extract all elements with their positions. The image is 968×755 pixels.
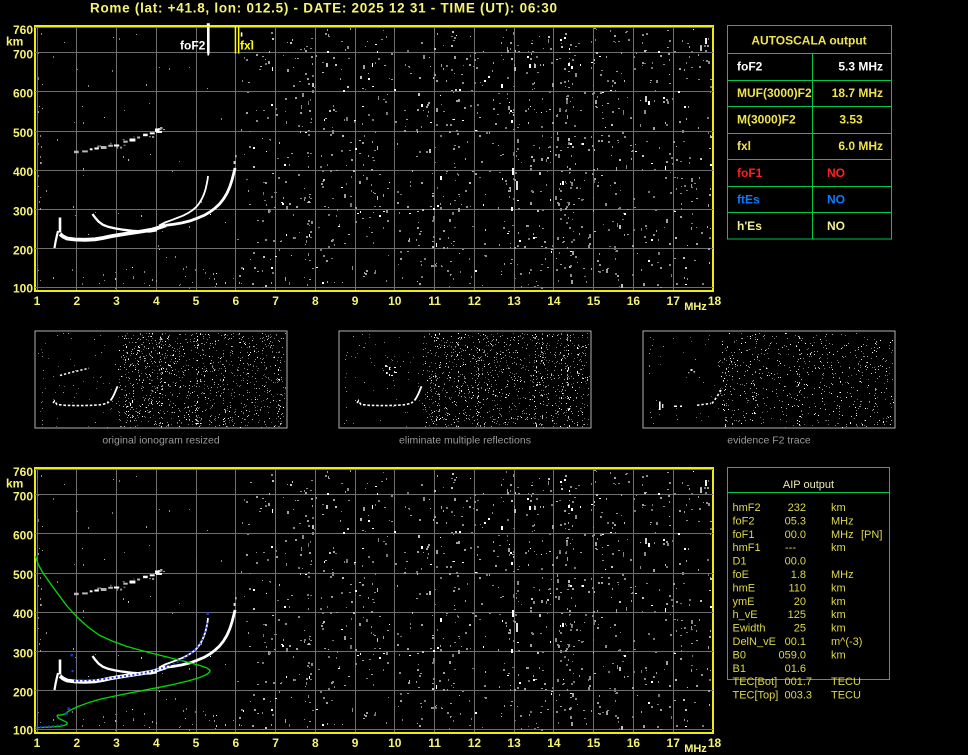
svg-text:ymE: ymE: [733, 596, 755, 608]
svg-text:km: km: [831, 649, 846, 661]
svg-text:m^(-3): m^(-3): [831, 636, 862, 648]
svg-text:TECU: TECU: [831, 690, 861, 702]
svg-text:foF2: foF2: [180, 39, 206, 53]
svg-text:ftEs: ftEs: [737, 192, 760, 206]
svg-text:01.6: 01.6: [785, 663, 806, 675]
svg-text:[PN]: [PN]: [861, 529, 882, 541]
svg-text:fxl: fxl: [240, 39, 254, 53]
svg-text:km: km: [831, 582, 846, 594]
svg-text:232: 232: [788, 502, 806, 514]
svg-text:foE: foE: [733, 569, 750, 581]
svg-text:TECU: TECU: [831, 676, 861, 688]
svg-text:110: 110: [788, 582, 806, 594]
svg-text:original ionogram resized: original ionogram resized: [102, 435, 219, 447]
svg-text:h_vE: h_vE: [733, 609, 758, 621]
svg-text:6.0 MHz: 6.0 MHz: [838, 139, 883, 153]
svg-text:foF1: foF1: [737, 166, 763, 180]
svg-text:MUF(3000)F2: MUF(3000)F2: [737, 86, 812, 100]
svg-text:DelN_vE: DelN_vE: [733, 636, 776, 648]
svg-text:3.53: 3.53: [839, 113, 863, 127]
svg-text:hmF1: hmF1: [733, 542, 761, 554]
svg-text:evidence F2 trace: evidence F2 trace: [727, 435, 811, 447]
svg-text:18.7 MHz: 18.7 MHz: [832, 86, 883, 100]
svg-text:hmE: hmE: [733, 582, 756, 594]
svg-text:125: 125: [788, 609, 806, 621]
svg-text:km: km: [831, 502, 846, 514]
svg-text:NO: NO: [827, 219, 845, 233]
svg-text:1.8: 1.8: [791, 569, 806, 581]
svg-text:h'Es: h'Es: [737, 219, 762, 233]
svg-text:foF1: foF1: [733, 529, 755, 541]
svg-text:B0: B0: [733, 649, 746, 661]
svg-text:km: km: [831, 623, 846, 635]
svg-text:AIP output: AIP output: [783, 479, 834, 491]
svg-text:B1: B1: [733, 663, 746, 675]
svg-text:MHz: MHz: [831, 515, 854, 527]
svg-text:M(3000)F2: M(3000)F2: [737, 113, 796, 127]
svg-text:eliminate multiple reflections: eliminate multiple reflections: [399, 435, 531, 447]
svg-text:Ewidth: Ewidth: [733, 623, 766, 635]
svg-text:MHz: MHz: [831, 569, 854, 581]
svg-text:001.7: 001.7: [784, 676, 812, 688]
svg-text:D1: D1: [733, 556, 747, 568]
svg-text:003.3: 003.3: [784, 690, 812, 702]
svg-text:AUTOSCALA output: AUTOSCALA output: [751, 34, 866, 48]
svg-text:NO: NO: [827, 166, 845, 180]
svg-text:NO: NO: [827, 192, 845, 206]
svg-text:hmF2: hmF2: [733, 502, 761, 514]
svg-text:---: ---: [785, 542, 796, 554]
svg-text:fxl: fxl: [737, 139, 751, 153]
svg-text:TEC[Bot]: TEC[Bot]: [733, 676, 778, 688]
svg-text:TEC[Top]: TEC[Top]: [733, 690, 779, 702]
svg-text:20: 20: [794, 596, 806, 608]
svg-text:00.1: 00.1: [785, 636, 806, 648]
svg-text:MHz: MHz: [831, 529, 854, 541]
svg-text:05.3: 05.3: [785, 515, 806, 527]
svg-text:km: km: [831, 542, 846, 554]
svg-text:km: km: [831, 596, 846, 608]
svg-text:059.0: 059.0: [778, 649, 806, 661]
svg-text:00.0: 00.0: [785, 529, 806, 541]
svg-text:foF2: foF2: [737, 60, 763, 74]
svg-text:foF2: foF2: [733, 515, 755, 527]
svg-text:00.0: 00.0: [785, 556, 806, 568]
svg-text:25: 25: [794, 623, 806, 635]
svg-text:Rome (lat: +41.8, lon: 012.5): Rome (lat: +41.8, lon: 012.5) - DATE: 20…: [90, 1, 558, 16]
svg-text:5.3 MHz: 5.3 MHz: [838, 60, 883, 74]
svg-text:km: km: [831, 609, 846, 621]
